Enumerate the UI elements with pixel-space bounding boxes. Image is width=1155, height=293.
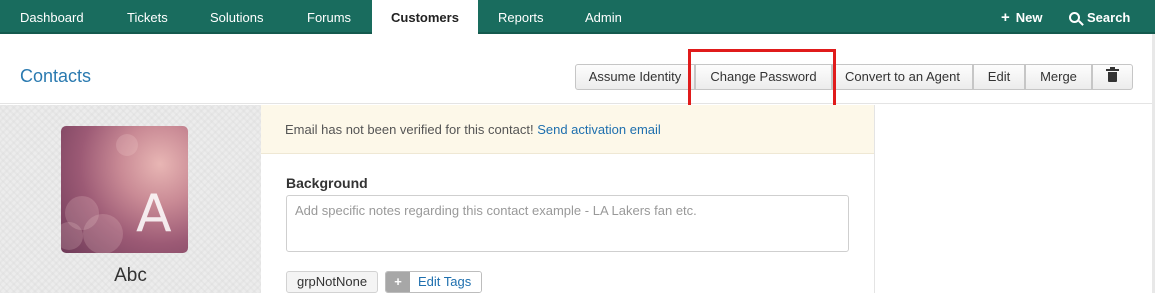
search-button[interactable]: Search [1069,0,1130,34]
contact-details: Email has not been verified for this con… [261,105,875,293]
background-notes-input[interactable] [286,195,849,252]
nav-solutions[interactable]: Solutions [210,0,263,34]
contact-header: Contacts Assume Identity Change Password… [0,36,1155,104]
change-password-button[interactable]: Change Password [695,64,832,90]
nav-forums[interactable]: Forums [307,0,351,34]
assume-identity-button[interactable]: Assume Identity [575,64,695,90]
verification-notice: Email has not been verified for this con… [261,105,874,154]
convert-to-agent-button[interactable]: Convert to an Agent [832,64,973,90]
notice-message: Email has not been verified for this con… [285,122,534,137]
right-panel [876,105,1155,293]
trash-icon [1106,67,1119,82]
avatar-letter: A [136,184,172,244]
edit-button[interactable]: Edit [973,64,1025,90]
nav-dashboard[interactable]: Dashboard [20,0,84,34]
plus-icon: + [1001,9,1010,26]
nav-customers[interactable]: Customers [372,0,478,36]
contact-name: Abc [114,265,147,286]
send-activation-link[interactable]: Send activation email [537,122,661,137]
new-button[interactable]: + New [1001,0,1043,34]
plus-icon: + [386,272,410,292]
edit-tags-label: Edit Tags [410,272,482,292]
nav-admin[interactable]: Admin [585,0,622,34]
merge-button[interactable]: Merge [1025,64,1092,90]
nav-tickets[interactable]: Tickets [127,0,168,34]
page-title[interactable]: Contacts [20,66,91,87]
notice-text-line: Email has not been verified for this con… [285,122,661,137]
delete-button[interactable] [1092,64,1133,90]
background-label: Background [286,175,368,191]
new-label: New [1015,10,1043,25]
top-nav: Dashboard Tickets Solutions Forums Custo… [0,0,1155,36]
tag-item[interactable]: grpNotNone [286,271,379,293]
edit-tags-button[interactable]: + Edit Tags [385,271,483,293]
contact-sidebar: A Abc [0,105,261,293]
search-label: Search [1087,10,1131,25]
search-icon [1069,12,1080,23]
nav-reports[interactable]: Reports [498,0,544,34]
avatar: A [61,126,188,253]
